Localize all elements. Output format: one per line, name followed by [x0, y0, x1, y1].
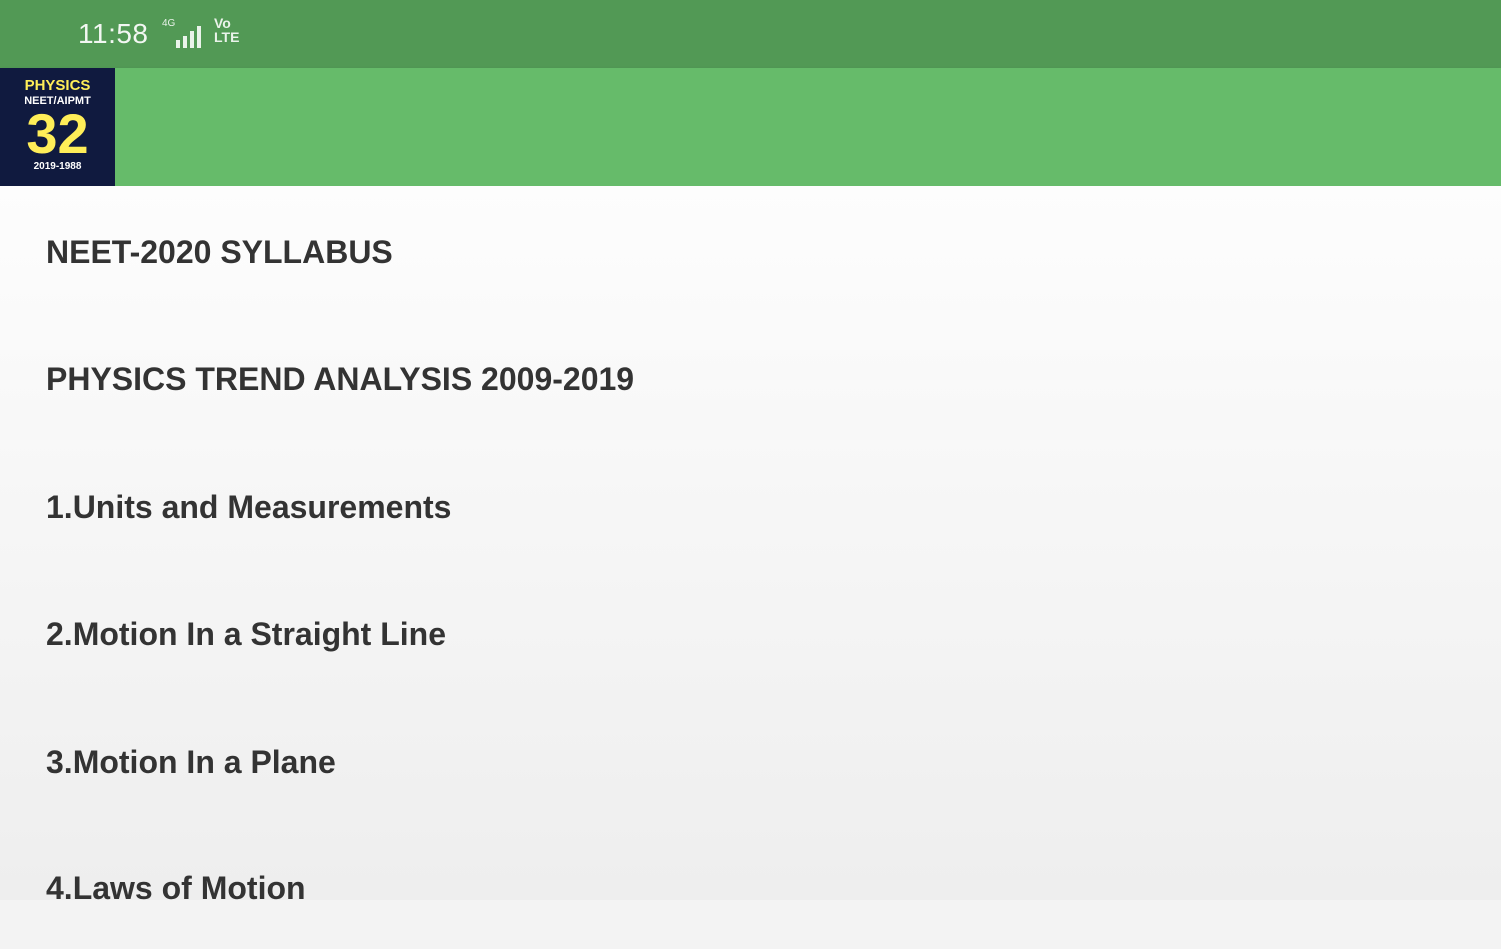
- status-time: 11:58: [78, 18, 149, 49]
- list-item-chapter-4[interactable]: 4.Laws of Motion: [0, 822, 1501, 949]
- list-item-label: 3.Motion In a Plane: [46, 744, 336, 780]
- app-toolbar: PHYSICS NEET/AIPMT 32 2019-1988: [0, 68, 1501, 186]
- list-item-chapter-3[interactable]: 3.Motion In a Plane: [0, 696, 1501, 823]
- list-item-chapter-1[interactable]: 1.Units and Measurements: [0, 441, 1501, 568]
- status-bar: 11:58 4G Vo LTE: [0, 0, 1501, 68]
- logo-number: 32: [26, 102, 89, 165]
- list-item-label: 1.Units and Measurements: [46, 489, 452, 525]
- list-item-trend-analysis[interactable]: PHYSICS TREND ANALYSIS 2009-2019: [0, 313, 1501, 440]
- app-logo[interactable]: PHYSICS NEET/AIPMT 32 2019-1988: [0, 68, 115, 186]
- list-item-label: 2.Motion In a Straight Line: [46, 616, 446, 652]
- chapter-list: NEET-2020 SYLLABUS PHYSICS TREND ANALYSI…: [0, 186, 1501, 906]
- logo-years: 2019-1988: [33, 161, 82, 172]
- list-item-label: PHYSICS TREND ANALYSIS 2009-2019: [46, 361, 635, 397]
- status-icons: 4G Vo LTE: [162, 16, 262, 52]
- list-item-label: NEET-2020 SYLLABUS: [46, 234, 393, 270]
- list-item-chapter-2[interactable]: 2.Motion In a Straight Line: [0, 568, 1501, 695]
- logo-title: PHYSICS: [24, 77, 91, 94]
- volte-icon: Vo LTE: [214, 16, 239, 44]
- list-item-label: 4.Laws of Motion: [46, 870, 306, 906]
- list-item-syllabus[interactable]: NEET-2020 SYLLABUS: [0, 186, 1501, 313]
- volte-line1: Vo: [214, 15, 231, 31]
- volte-line2: LTE: [214, 29, 240, 45]
- signal-bars-icon: [176, 26, 201, 48]
